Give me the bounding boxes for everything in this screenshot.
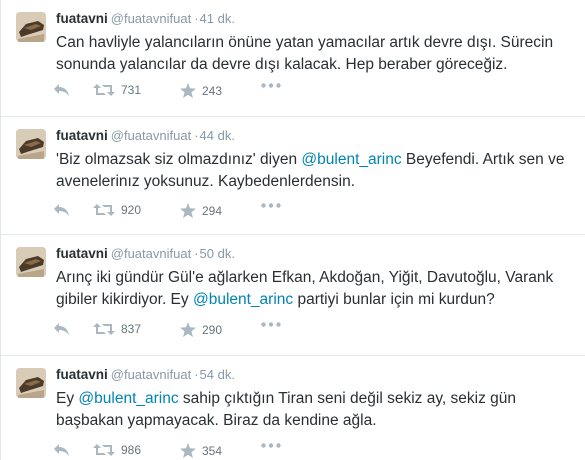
more-button[interactable] (261, 83, 281, 88)
favorite-button[interactable]: 294 (180, 203, 222, 218)
retweet-button[interactable]: 837 (93, 322, 141, 336)
favorite-button[interactable]: 243 (180, 83, 222, 98)
tweet-text-segment: partiyi bunlar için mi kurdun? (293, 291, 495, 308)
favorite-button[interactable]: 354 (180, 443, 222, 458)
tweet-fullname[interactable]: fuatavni (56, 11, 108, 26)
tweet-text-segment: 'Biz olmazsak siz olmazdınız' diyen (56, 151, 302, 168)
star-icon (180, 83, 196, 98)
favorite-count: 290 (202, 322, 223, 337)
tweet[interactable]: fuatavni @fuatavnifuat ·41 dk. Can havliyl… (1, 0, 585, 117)
retweet-count: 837 (121, 322, 142, 336)
reply-icon (54, 204, 69, 216)
tweet-header: fuatavni @fuatavnifuat ·44 dk. (56, 128, 235, 144)
reply-icon (54, 444, 69, 456)
header-separator: · (194, 246, 199, 261)
tweet-header: fuatavni @fuatavnifuat ·50 dk. (56, 246, 235, 262)
more-button[interactable] (261, 322, 281, 327)
tweet-header: fuatavni @fuatavnifuat ·54 dk. (56, 367, 235, 383)
retweet-icon (93, 204, 115, 216)
retweet-button[interactable]: 731 (93, 83, 141, 97)
favorite-count: 354 (202, 443, 223, 458)
mention-link[interactable]: @bulent_arinc (301, 151, 401, 168)
avatar[interactable] (16, 12, 46, 42)
avatar-image (16, 368, 46, 398)
tweet[interactable]: fuatavni @fuatavnifuat ·44 dk. 'Biz olmazs… (1, 117, 585, 235)
tweet-timestamp[interactable]: 41 dk. (200, 11, 235, 26)
avatar-image (16, 129, 46, 159)
tweet-text: Arınç iki gündür Gül'e ağlarken Efkan, A… (56, 267, 581, 311)
retweet-count: 731 (121, 83, 142, 97)
tweet-timestamp[interactable]: 44 dk. (200, 128, 235, 143)
avatar-image (16, 12, 46, 42)
reply-button[interactable] (53, 203, 70, 217)
header-separator: · (194, 128, 199, 143)
header-separator: · (194, 11, 199, 26)
tweet-username[interactable]: @fuatavnifuat (111, 246, 191, 261)
header-separator: · (194, 367, 199, 382)
more-dots-icon (261, 443, 281, 448)
reply-icon (54, 323, 69, 335)
tweet-username[interactable]: @fuatavnifuat (111, 11, 191, 26)
retweet-button[interactable]: 986 (93, 443, 141, 457)
tweet-username[interactable]: @fuatavnifuat (111, 367, 191, 382)
reply-button[interactable] (53, 83, 70, 97)
retweet-icon (93, 444, 115, 456)
more-dots-icon (261, 322, 281, 327)
tweet-timestamp[interactable]: 54 dk. (200, 367, 235, 382)
tweet[interactable]: fuatavni @fuatavnifuat ·50 dk. Arınç iki g… (1, 235, 585, 356)
tweet-text: Ey @bulent_arinc sahip çıktığın Tiran se… (56, 388, 581, 432)
tweet-fullname[interactable]: fuatavni (56, 246, 108, 261)
reply-button[interactable] (53, 322, 70, 336)
avatar-image (16, 247, 46, 277)
retweet-button[interactable]: 920 (93, 203, 141, 217)
more-dots-icon (261, 203, 281, 208)
mention-link[interactable]: @bulent_arinc (78, 390, 178, 407)
tweet-text: Can havliyle yalancıların önüne yatan ya… (56, 32, 581, 76)
tweet-text: 'Biz olmazsak siz olmazdınız' diyen @bul… (56, 149, 581, 193)
favorite-count: 243 (202, 83, 223, 98)
tweet-header: fuatavni @fuatavnifuat ·41 dk. (56, 11, 235, 27)
avatar[interactable] (16, 129, 46, 159)
star-icon (180, 203, 196, 218)
tweet-fullname[interactable]: fuatavni (56, 128, 108, 143)
mention-link[interactable]: @bulent_arinc (193, 291, 293, 308)
avatar[interactable] (16, 368, 46, 398)
avatar[interactable] (16, 247, 46, 277)
favorite-count: 294 (202, 203, 223, 218)
tweet-timeline: fuatavni @fuatavnifuat ·41 dk. Can havliyl… (0, 0, 585, 460)
retweet-count: 920 (121, 203, 142, 217)
more-dots-icon (261, 83, 281, 88)
reply-icon (54, 84, 69, 96)
tweet-timestamp[interactable]: 50 dk. (200, 246, 235, 261)
tweet[interactable]: fuatavni @fuatavnifuat ·54 dk. Ey @bulent_… (1, 356, 585, 460)
more-button[interactable] (261, 203, 281, 208)
tweet-fullname[interactable]: fuatavni (56, 367, 108, 382)
reply-button[interactable] (53, 443, 70, 457)
more-button[interactable] (261, 443, 281, 448)
star-icon (180, 443, 196, 458)
tweet-text-segment: Ey (56, 390, 79, 407)
retweet-icon (93, 84, 115, 96)
tweet-text-segment: Can havliyle yalancıların önüne yatan ya… (56, 34, 554, 73)
retweet-icon (93, 323, 115, 335)
tweet-username[interactable]: @fuatavnifuat (111, 128, 191, 143)
retweet-count: 986 (121, 443, 142, 457)
favorite-button[interactable]: 290 (180, 322, 222, 337)
star-icon (180, 322, 196, 337)
